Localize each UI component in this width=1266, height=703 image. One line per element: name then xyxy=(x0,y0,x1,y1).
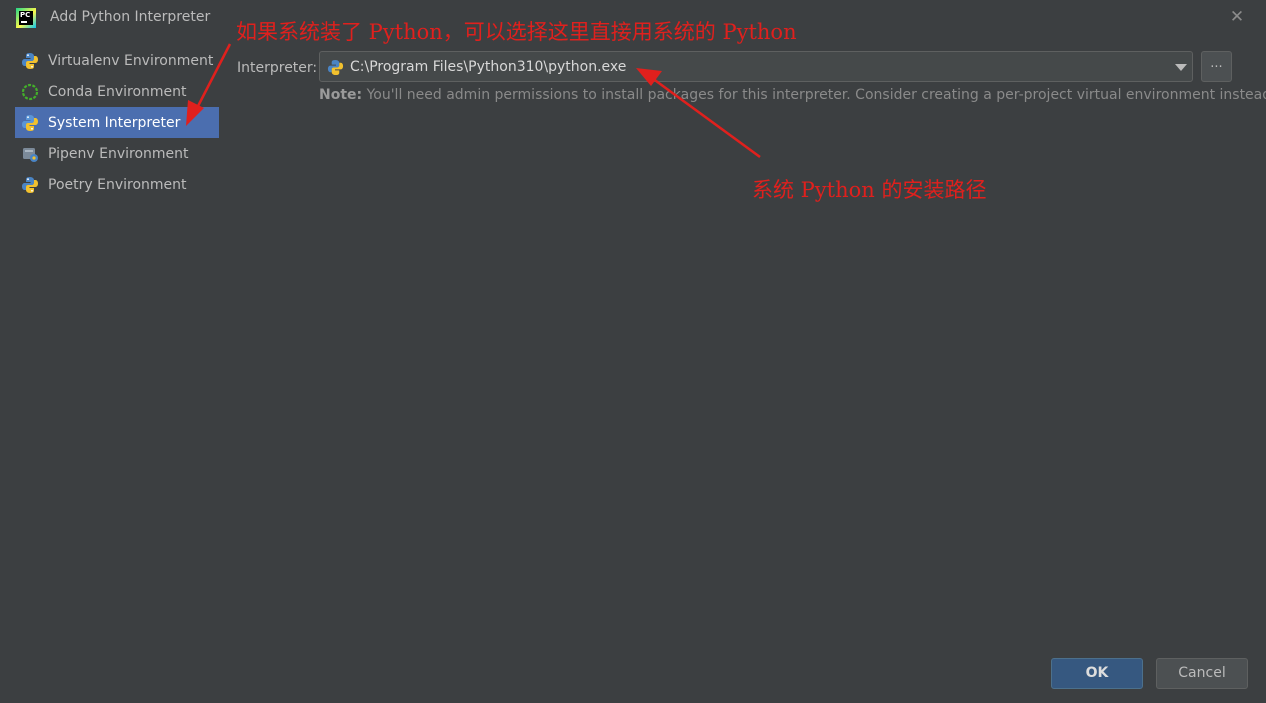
chevron-down-icon[interactable] xyxy=(1175,64,1187,71)
sidebar-item-poetry[interactable]: Poetry Environment xyxy=(15,169,219,200)
note-text: You'll need admin permissions to install… xyxy=(362,87,1266,103)
environment-type-list: Virtualenv Environment Conda Environment… xyxy=(15,45,219,200)
note-prefix: Note: xyxy=(319,87,363,103)
python-icon xyxy=(21,114,39,132)
sidebar-item-conda[interactable]: Conda Environment xyxy=(15,76,219,107)
python-icon xyxy=(327,59,344,76)
pycharm-logo-icon: PC xyxy=(16,8,36,28)
dialog-title: Add Python Interpreter xyxy=(50,9,211,25)
sidebar-item-label: System Interpreter xyxy=(48,114,181,131)
close-icon[interactable]: ✕ xyxy=(1226,6,1248,28)
logo-text: PC xyxy=(20,11,31,19)
poetry-icon xyxy=(21,176,39,194)
interpreter-label: Interpreter: xyxy=(237,60,318,76)
conda-icon xyxy=(21,83,39,101)
browse-button[interactable]: ... xyxy=(1201,51,1232,82)
cancel-button[interactable]: Cancel xyxy=(1156,658,1248,689)
annotation-path: 系统 Python 的安装路径 xyxy=(752,178,987,202)
interpreter-path-value: C:\Program Files\Python310\python.exe xyxy=(350,59,627,75)
sidebar-item-label: Pipenv Environment xyxy=(48,145,189,162)
sidebar-item-label: Virtualenv Environment xyxy=(48,52,214,69)
ok-button[interactable]: OK xyxy=(1051,658,1143,689)
interpreter-combobox[interactable]: C:\Program Files\Python310\python.exe xyxy=(319,51,1193,82)
sidebar-item-virtualenv[interactable]: Virtualenv Environment xyxy=(15,45,219,76)
sidebar-item-label: Conda Environment xyxy=(48,83,187,100)
sidebar-item-system-interpreter[interactable]: System Interpreter xyxy=(15,107,219,138)
admin-note: Note: You'll need admin permissions to i… xyxy=(319,87,1266,103)
sidebar-item-pipenv[interactable]: Pipenv Environment xyxy=(15,138,219,169)
python-icon xyxy=(21,52,39,70)
sidebar-item-label: Poetry Environment xyxy=(48,176,187,193)
pipenv-icon xyxy=(21,145,39,163)
annotation-top: 如果系统装了 Python，可以选择这里直接用系统的 Python xyxy=(236,20,797,44)
